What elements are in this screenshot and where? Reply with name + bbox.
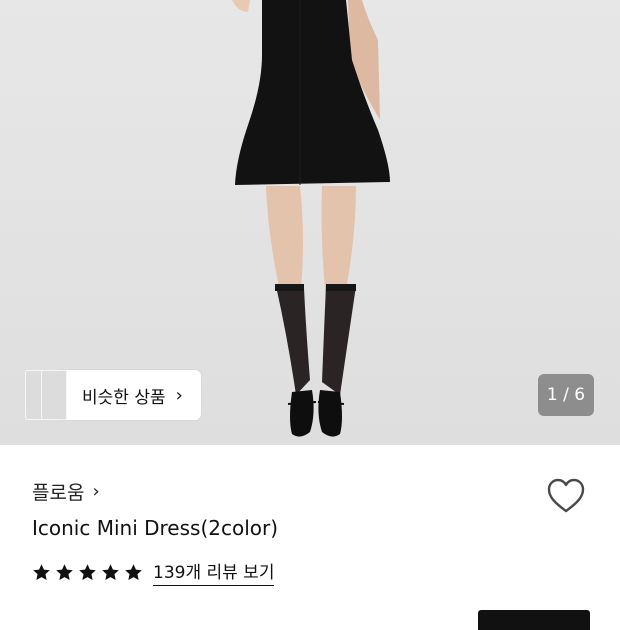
star-filled-icon [102,563,119,580]
purchase-button[interactable] [478,610,590,630]
product-title: Iconic Mini Dress(2color) [32,516,279,540]
similar-products-button[interactable]: 비슷한 상품 › [60,370,201,420]
product-image-carousel[interactable]: 비슷한 상품 › 1 / 6 [0,0,620,445]
rating-stars [32,563,147,582]
similar-products-control[interactable]: 비슷한 상품 › [25,370,201,420]
star-filled-icon [79,563,96,580]
brand-name: 플로움 [32,482,85,504]
chevron-right-icon: › [92,481,100,502]
review-link[interactable]: 139개 리뷰 보기 [153,558,275,586]
star-filled-icon [125,563,142,580]
star-filled-icon [56,563,73,580]
rating-row: 139개 리뷰 보기 [32,558,275,586]
star-filled-icon [33,563,50,580]
similar-products-label: 비슷한 상품 [82,387,166,408]
similar-thumbnails [25,370,67,420]
brand-link[interactable]: 플로움 › [32,478,100,505]
similar-thumbnail [41,370,67,420]
image-pager-indicator: 1 / 6 [538,374,594,416]
heart-outline-icon[interactable] [546,477,586,515]
chevron-right-icon: › [175,384,183,406]
